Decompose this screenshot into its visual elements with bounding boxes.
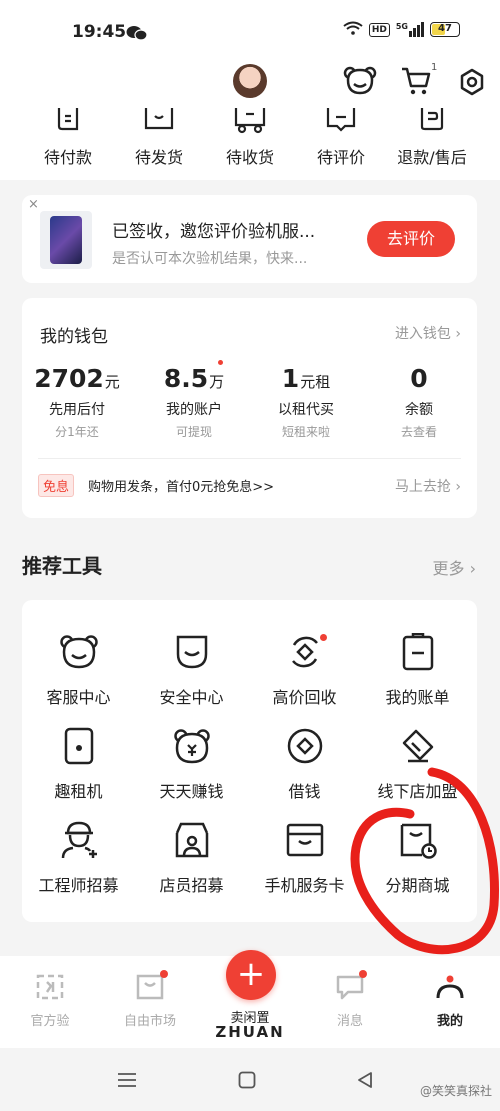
brand-logo-text: ZHUAN [215,1023,285,1041]
menu-icon[interactable] [117,1072,137,1092]
message-icon [336,970,367,1004]
bottom-tab-bar: 官方验 自由市场 + 卖闲置 ZHUAN 消息 我的 [0,950,500,1048]
system-nav-bar: @笑笑真探社 [0,1048,500,1111]
tab-free-market[interactable]: 自由市场 [110,970,190,1029]
sell-idle-button[interactable]: + [226,950,276,1000]
watermark: @笑笑真探社 [419,1084,492,1098]
back-icon[interactable] [356,1071,374,1093]
mine-icon [410,974,490,1004]
home-icon[interactable] [238,1071,256,1093]
official-check-icon [10,974,90,1004]
tab-mine[interactable]: 我的 [410,974,490,1029]
tab-official-check[interactable]: 官方验 [10,974,90,1029]
red-circle-annotation [350,767,499,955]
market-icon [136,970,168,1004]
tab-messages[interactable]: 消息 [310,970,390,1029]
